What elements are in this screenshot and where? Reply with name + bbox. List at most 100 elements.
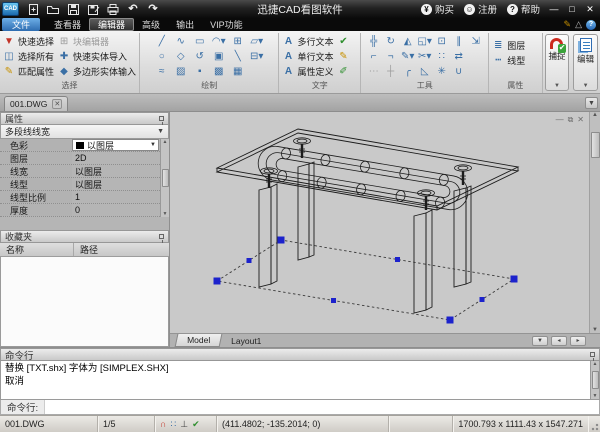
pin-icon[interactable] (159, 116, 164, 121)
text-button[interactable]: A单行文本 (282, 49, 333, 64)
edit-button[interactable]: 编辑 ▼ (573, 34, 598, 91)
favorites-col-path[interactable]: 路径 (74, 243, 98, 256)
join-icon[interactable]: ∪ (450, 67, 467, 77)
ribbon-help-icon[interactable]: ? (586, 20, 596, 30)
extend-icon[interactable]: ¬ (382, 52, 399, 62)
offset-icon[interactable]: ∥ (450, 37, 467, 47)
tab-list-dropdown[interactable]: ▼ (585, 97, 598, 109)
attribute-define-button[interactable]: A属性定义 (282, 64, 333, 79)
table-icon[interactable]: ▦ (228, 67, 247, 77)
match-properties-button[interactable]: ✎匹配属性 (3, 64, 54, 79)
property-row-layer[interactable]: 图层2D (0, 152, 160, 165)
revision-arc-icon[interactable]: ↺ (190, 52, 209, 62)
pin-icon[interactable] (159, 234, 164, 239)
snap-button[interactable]: 捕捉 ▼ (545, 34, 570, 91)
scroll-up-icon[interactable]: ▲ (163, 139, 168, 145)
edit-polyline-icon[interactable]: ✎▾ (399, 52, 416, 62)
favorites-list[interactable] (0, 257, 169, 347)
entity-type-selector[interactable]: 多段线线宽▼ (0, 125, 169, 139)
command-log[interactable]: 替换 [TXT.shx] 字体为 [SIMPLEX.SHX] 取消 ▲ ▼ (0, 361, 600, 400)
document-tab[interactable]: 001.DWG ✕ (4, 96, 68, 111)
chamfer-icon[interactable]: ◺ (416, 67, 433, 77)
grip-handle[interactable] (278, 237, 285, 244)
pin-icon[interactable] (590, 352, 595, 357)
array-icon[interactable]: ∷ (433, 52, 450, 62)
resize-grip[interactable] (588, 416, 600, 432)
wipeout-icon[interactable]: ▱▾ (247, 37, 266, 47)
maximize-button[interactable]: □ (564, 3, 580, 16)
polygon-icon[interactable]: ◇ (171, 52, 190, 62)
property-grid-scrollbar[interactable]: ▲ ▼ (160, 139, 169, 217)
mirror-icon[interactable]: ◭ (399, 37, 416, 47)
spline-icon[interactable]: ≈ (152, 67, 171, 77)
break-at-point-icon[interactable]: ┼ (382, 67, 399, 77)
ortho-toggle-icon[interactable]: ⊥ (180, 420, 188, 429)
app-logo[interactable]: CAD (2, 2, 19, 16)
snap-toggle-icon[interactable]: ∩ (160, 420, 167, 429)
break-icon[interactable]: ✂▾ (416, 52, 433, 62)
open-file-button[interactable] (45, 2, 61, 16)
redo-button[interactable]: ↷ (145, 2, 161, 16)
layer-button[interactable]: ≣图层 (492, 38, 538, 53)
edit-dropdown-icon[interactable]: ▼ (583, 83, 589, 90)
rotate-icon[interactable]: ↻ (382, 37, 399, 47)
scrollbar-thumb[interactable] (592, 371, 599, 389)
property-row-thickness[interactable]: 厚度0 (0, 204, 160, 217)
mdi-restore-icon[interactable]: ⧉ (568, 115, 574, 125)
menu-tab-viewer[interactable]: 查看器 (46, 18, 89, 31)
block-editor-button[interactable]: ⊞块编辑器 (58, 34, 136, 49)
mdi-close-icon[interactable]: ✕ (577, 115, 584, 125)
quick-select-button[interactable]: ▼快速选择 (3, 34, 54, 49)
fillet-icon[interactable]: ╭ (399, 67, 416, 77)
construction-line-icon[interactable]: ╲ (228, 52, 247, 62)
snap-dropdown-icon[interactable]: ▼ (554, 83, 560, 90)
command-log-scrollbar[interactable]: ▲ ▼ (590, 361, 599, 399)
polyline-icon[interactable]: ∿ (171, 37, 190, 47)
print-button[interactable] (105, 2, 121, 16)
new-file-button[interactable] (25, 2, 41, 16)
drawing-canvas[interactable]: — ⧉ ✕ ▲ ▼ (170, 112, 600, 333)
circle-icon[interactable]: ○ (152, 52, 171, 62)
menu-tab-advanced[interactable]: 高级 (134, 18, 168, 31)
select-all-button[interactable]: ◫选择所有 (3, 49, 54, 64)
register-button[interactable]: ☺注册 (460, 2, 501, 16)
menu-tab-vip[interactable]: VIP功能 (202, 18, 251, 31)
tab-scroll-right-icon[interactable]: ▸ (570, 336, 586, 346)
scrollbar-thumb[interactable] (162, 169, 169, 187)
scroll-up-icon[interactable]: ▲ (592, 112, 598, 118)
mdi-minimize-icon[interactable]: — (556, 115, 564, 125)
grip-handle[interactable] (447, 317, 454, 324)
undo-button[interactable]: ↶ (125, 2, 141, 16)
tab-layout1[interactable]: Layout1 (221, 334, 271, 347)
pencil-icon[interactable]: ✎ (564, 20, 572, 29)
close-button[interactable]: ✕ (582, 3, 598, 16)
canvas-scrollbar[interactable]: ▲ ▼ (589, 112, 600, 333)
scale-icon[interactable]: ◱▾ (416, 37, 433, 47)
grip-handle[interactable] (214, 278, 221, 285)
scroll-down-icon[interactable]: ▼ (592, 327, 598, 333)
menu-tab-output[interactable]: 输出 (168, 18, 202, 31)
collapse-ribbon-icon[interactable]: △ (575, 20, 582, 29)
quick-entity-import-button[interactable]: ✚快速实体导入 (58, 49, 136, 64)
copy-object-icon[interactable]: ⊞ (228, 37, 247, 47)
tube-frame[interactable] (256, 144, 471, 213)
scroll-up-icon[interactable]: ▲ (593, 361, 598, 367)
property-row-linetype-scale[interactable]: 线型比例1 (0, 191, 160, 204)
scroll-down-icon[interactable]: ▼ (593, 393, 598, 399)
save-button[interactable] (65, 2, 81, 16)
lengthen-icon[interactable]: ⋯ (365, 67, 382, 77)
arc-icon[interactable]: ◠▾ (209, 37, 228, 47)
insert-block-icon[interactable]: ▣ (209, 52, 228, 62)
property-row-lineweight[interactable]: 线宽以图层 (0, 165, 160, 178)
paste-icon[interactable]: ⊟▾ (247, 52, 266, 62)
menu-tab-file[interactable]: 文件 (2, 18, 40, 31)
stretch-icon[interactable]: ⇲ (467, 37, 484, 47)
grip-handle[interactable] (395, 257, 400, 262)
menu-tab-editor[interactable]: 编辑器 (89, 18, 134, 31)
polygon-entity-input-button[interactable]: ◆多边形实体输入 (58, 64, 136, 79)
grip-handle[interactable] (480, 297, 485, 302)
annotate-icon[interactable]: ✐ (337, 67, 349, 77)
buy-button[interactable]: ¥购买 (417, 2, 458, 16)
save-as-button[interactable] (85, 2, 101, 16)
trim-icon[interactable]: ⌐ (365, 52, 382, 62)
